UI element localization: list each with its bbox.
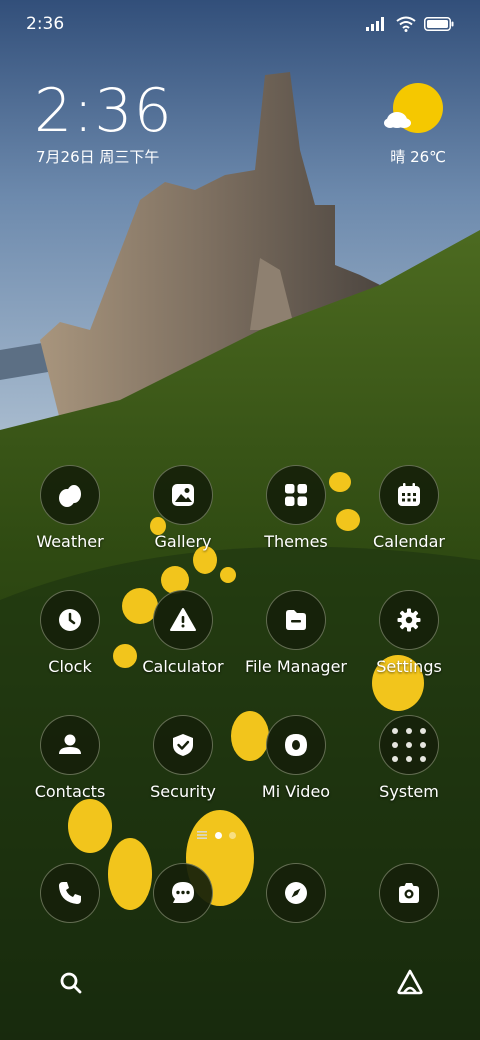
clock-widget-time[interactable]: 2:36 bbox=[34, 76, 173, 146]
battery-icon bbox=[424, 17, 454, 31]
status-time: 2:36 bbox=[26, 14, 65, 34]
app-contacts[interactable]: Contacts bbox=[14, 715, 126, 801]
app-weather[interactable]: Weather bbox=[14, 465, 126, 551]
app-settings[interactable]: Settings bbox=[353, 590, 465, 676]
app-label: Clock bbox=[48, 657, 92, 676]
app-system-folder[interactable]: System bbox=[353, 715, 465, 801]
weather-widget-text: 晴 26℃ bbox=[390, 148, 446, 166]
app-label: Calendar bbox=[373, 532, 445, 551]
bottom-bar bbox=[0, 960, 480, 1004]
page-dot bbox=[215, 831, 222, 839]
clock-icon bbox=[59, 609, 81, 631]
app-label: Settings bbox=[376, 657, 442, 676]
app-label: Mi Video bbox=[261, 782, 331, 801]
page-indicator[interactable] bbox=[196, 830, 236, 840]
app-calculator[interactable]: Calculator bbox=[127, 590, 239, 676]
status-bar: 2:36 bbox=[0, 0, 480, 50]
search-icon[interactable] bbox=[58, 970, 84, 996]
phone-icon bbox=[59, 882, 81, 904]
dock-camera[interactable] bbox=[353, 863, 465, 923]
calendar-icon bbox=[398, 483, 420, 506]
app-themes[interactable]: Themes bbox=[240, 465, 352, 551]
compass-icon bbox=[285, 882, 307, 904]
themes-grid-icon bbox=[285, 484, 307, 506]
weather-drop-icon bbox=[59, 485, 81, 507]
calculator-icon bbox=[170, 608, 196, 631]
sunny-cloud-icon bbox=[384, 83, 443, 133]
app-calendar[interactable]: Calendar bbox=[353, 465, 465, 551]
clock-widget-date: 7月26日 周三下午 bbox=[36, 148, 160, 166]
system-folder-icon bbox=[392, 728, 426, 762]
video-icon bbox=[285, 734, 307, 756]
dock-messages[interactable] bbox=[127, 863, 239, 923]
page-dot bbox=[229, 831, 236, 839]
app-label: File Manager bbox=[245, 657, 347, 676]
app-label: Weather bbox=[36, 532, 104, 551]
app-label: Contacts bbox=[34, 782, 106, 801]
app-gallery[interactable]: Gallery bbox=[127, 465, 239, 551]
folder-icon bbox=[286, 610, 306, 630]
app-label: Gallery bbox=[154, 532, 212, 551]
app-mi-video[interactable]: Mi Video bbox=[240, 715, 352, 801]
app-label: Calculator bbox=[142, 657, 224, 676]
contacts-icon bbox=[59, 734, 81, 754]
app-clock[interactable]: Clock bbox=[14, 590, 126, 676]
app-label: Themes bbox=[264, 532, 328, 551]
app-vault-icon[interactable] bbox=[395, 969, 425, 995]
weather-widget[interactable] bbox=[384, 82, 444, 142]
gear-icon bbox=[397, 608, 421, 632]
wifi-icon bbox=[396, 16, 416, 32]
shield-icon bbox=[173, 734, 193, 756]
dock-browser[interactable] bbox=[240, 863, 352, 923]
signal-icon bbox=[366, 17, 384, 31]
page-list-icon bbox=[197, 831, 207, 839]
gallery-icon bbox=[172, 484, 194, 506]
app-file-manager[interactable]: File Manager bbox=[240, 590, 352, 676]
app-security[interactable]: Security bbox=[127, 715, 239, 801]
messages-icon bbox=[172, 882, 194, 903]
dock-phone[interactable] bbox=[14, 863, 126, 923]
app-label: System bbox=[379, 782, 439, 801]
app-label: Security bbox=[150, 782, 216, 801]
camera-icon bbox=[399, 883, 419, 903]
